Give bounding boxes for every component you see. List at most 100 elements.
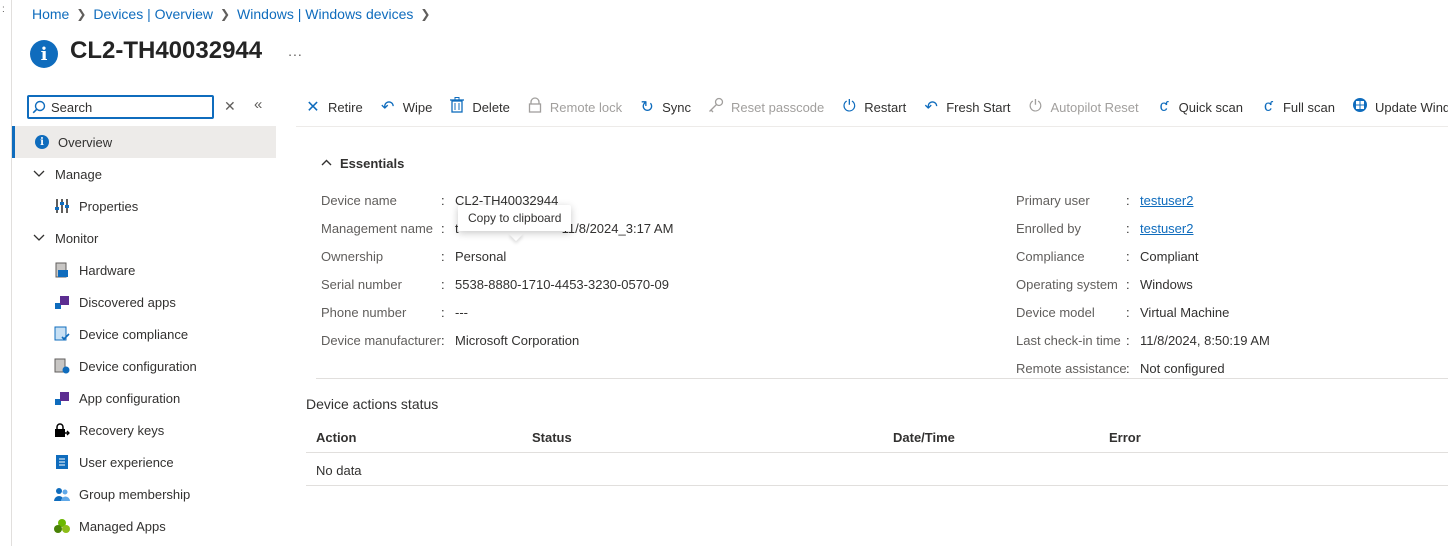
essentials-title: Essentials [340, 156, 405, 171]
prop-label: Operating system [1016, 276, 1118, 292]
prop-value-tail: 11/8/2024_3:17 AM [561, 220, 674, 236]
prop-colon: : [441, 304, 445, 320]
sync-button[interactable]: ↻ Sync [638, 97, 691, 117]
autopilot-reset-button[interactable]: ⏻ Autopilot Reset [1026, 98, 1139, 116]
info-icon: i [34, 134, 50, 150]
prop-label: Device manufacturer [321, 332, 441, 348]
update-windows-button[interactable]: Update Windows [1351, 97, 1448, 118]
retire-button[interactable]: ✕ Retire [304, 97, 363, 117]
fresh-start-label: Fresh Start [946, 99, 1011, 115]
column-header-error[interactable]: Error [1109, 430, 1141, 445]
prop-value: 5538-8880-1710-4453-3230-0570-09 [455, 276, 669, 292]
gutter-glyph: : [2, 4, 5, 15]
more-options-button[interactable]: ... [288, 43, 303, 59]
prop-colon: : [1126, 332, 1130, 348]
prop-label: Remote assistance [1016, 360, 1127, 376]
autopilot-reset-label: Autopilot Reset [1050, 99, 1139, 115]
sidebar-item-device-configuration[interactable]: Device configuration [12, 350, 276, 382]
power-icon: ⏻ [1029, 98, 1042, 115]
prop-label: Compliance [1016, 248, 1085, 264]
delete-button[interactable]: Delete [448, 96, 510, 118]
primary-user-link[interactable]: testuser2 [1140, 193, 1193, 208]
scan-icon: ƈ [1159, 98, 1168, 115]
enrolled-by-link[interactable]: testuser2 [1140, 221, 1193, 236]
prop-colon: : [1126, 248, 1130, 264]
sidebar-item-group-membership[interactable]: Group membership [12, 478, 276, 510]
column-header-status[interactable]: Status [532, 430, 572, 445]
discovered-apps-icon [54, 294, 70, 310]
prop-value: 11/8/2024, 8:50:19 AM [1140, 332, 1270, 348]
managed-apps-icon [54, 518, 70, 534]
prop-colon: : [1126, 220, 1130, 236]
device-configuration-icon [54, 358, 70, 374]
sidebar-search[interactable] [27, 95, 214, 119]
column-header-action[interactable]: Action [316, 430, 356, 445]
undo-icon: ↶ [924, 99, 938, 116]
breadcrumb-devices-overview[interactable]: Devices | Overview [93, 6, 213, 22]
sidebar-item-label: Device configuration [79, 358, 197, 374]
chevron-down-icon [31, 230, 47, 246]
sidebar-group-manage[interactable]: Manage [12, 158, 276, 190]
sidebar-item-managed-apps[interactable]: Managed Apps [12, 510, 276, 542]
sidebar-item-label: Discovered apps [79, 294, 176, 310]
sidebar-item-label: Overview [58, 134, 113, 150]
sidebar-item-app-configuration[interactable]: App configuration [12, 382, 276, 414]
prop-label: Phone number [321, 304, 407, 320]
breadcrumb-home[interactable]: Home [32, 6, 69, 22]
key-icon [707, 97, 725, 118]
prop-value: Microsoft Corporation [455, 332, 580, 348]
close-icon: ✕ [306, 99, 320, 116]
fresh-start-button[interactable]: ↶ Fresh Start [922, 97, 1010, 117]
essentials-divider [316, 378, 1448, 379]
reset-passcode-button[interactable]: Reset passcode [707, 97, 824, 118]
sidebar-item-properties[interactable]: Properties [12, 190, 276, 222]
prop-label: Serial number [321, 276, 402, 292]
prop-label: Primary user [1016, 192, 1090, 208]
prop-colon: : [441, 192, 445, 208]
sidebar-item-device-compliance[interactable]: Device compliance [12, 318, 276, 350]
windows-update-icon [1351, 97, 1369, 118]
sidebar-item-recovery-keys[interactable]: Recovery keys [12, 414, 276, 446]
full-scan-button[interactable]: ƈ Full scan [1259, 98, 1335, 116]
device-compliance-icon [54, 326, 70, 342]
sidebar-item-hardware[interactable]: Hardware [12, 254, 276, 286]
restart-button[interactable]: ⏻ Restart [840, 98, 906, 116]
sidebar-item-discovered-apps[interactable]: Discovered apps [12, 286, 276, 318]
search-input[interactable] [51, 99, 201, 115]
prop-ownership: Ownership : Personal [321, 242, 673, 270]
sidebar-item-label: Manage [55, 166, 102, 182]
prop-colon: : [441, 332, 445, 348]
wipe-label: Wipe [402, 99, 433, 115]
essentials-toggle[interactable]: Essentials [321, 156, 404, 171]
lock-key-icon [54, 422, 70, 438]
page-header: i CL2-TH40032944 ... [30, 34, 303, 68]
sidebar-item-user-experience[interactable]: User experience [12, 446, 276, 478]
prop-compliance: Compliance : Compliant [1016, 242, 1270, 270]
prop-colon: : [441, 248, 445, 264]
prop-primary-user: Primary user : testuser2 [1016, 186, 1270, 214]
column-header-datetime[interactable]: Date/Time [893, 430, 955, 445]
sidebar-item-label: Properties [79, 198, 139, 214]
sidebar-item-label: Device compliance [79, 326, 189, 342]
remote-lock-button[interactable]: Remote lock [526, 96, 622, 118]
quick-scan-button[interactable]: ƈ Quick scan [1155, 98, 1243, 116]
clear-search-icon[interactable]: ✕ [224, 98, 236, 115]
page-title: CL2-TH40032944 [70, 37, 263, 64]
lock-icon [526, 96, 544, 118]
prop-value: Personal [455, 248, 507, 264]
sidebar-item-label: Hardware [79, 262, 136, 278]
prop-label: Device name [321, 192, 397, 208]
prop-device-manufacturer: Device manufacturer : Microsoft Corporat… [321, 326, 673, 354]
sidebar-item-label: Recovery keys [79, 422, 165, 438]
scan-icon: ƈ [1263, 98, 1272, 115]
copy-tooltip: Copy to clipboard [458, 205, 572, 231]
retire-label: Retire [328, 99, 363, 115]
wipe-button[interactable]: ↶ Wipe [379, 97, 433, 117]
empty-state-text: No data [316, 463, 362, 478]
power-icon: ⏻ [842, 98, 856, 115]
sidebar-group-monitor[interactable]: Monitor [12, 222, 276, 254]
trash-icon [448, 96, 466, 118]
breadcrumb-windows-devices[interactable]: Windows | Windows devices [237, 6, 413, 22]
sidebar-item-overview[interactable]: i Overview [12, 126, 276, 158]
collapse-sidebar-icon[interactable]: « [254, 96, 262, 113]
